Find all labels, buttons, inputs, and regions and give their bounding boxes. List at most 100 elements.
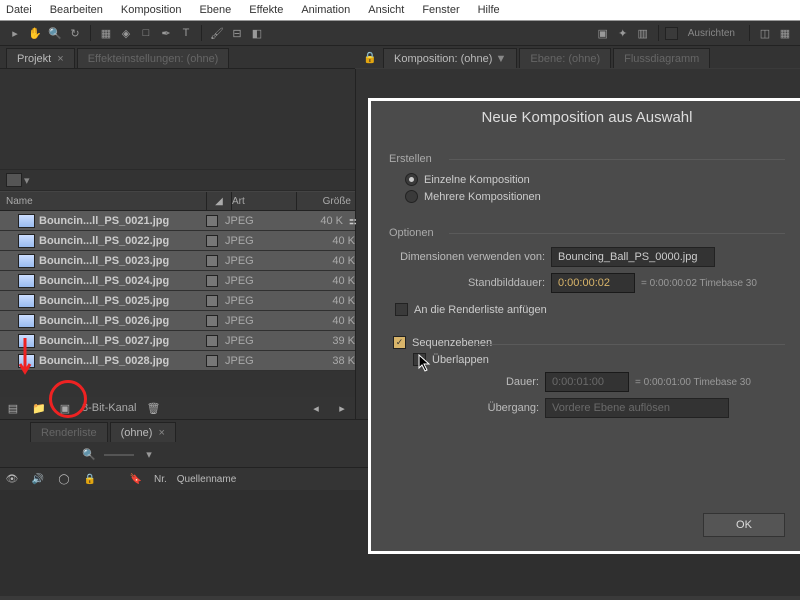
project-preview	[0, 69, 355, 169]
pen-tool-icon[interactable]: ✒	[157, 24, 175, 42]
file-row[interactable]: Bouncin...ll_PS_0026.jpgJPEG40 K	[0, 311, 355, 331]
new-folder-icon[interactable]: 📁	[30, 400, 48, 416]
section-create-label: Erstellen	[389, 153, 785, 165]
col-nr[interactable]: Nr.	[154, 474, 167, 485]
eraser-tool-icon[interactable]: ◧	[248, 24, 266, 42]
col-header-label[interactable]: ◢	[207, 196, 231, 207]
project-search-row[interactable]: ▾	[0, 169, 355, 191]
brush-tool-icon[interactable]: 🖌	[208, 24, 226, 42]
still-duration-label: Standbilddauer:	[395, 277, 545, 289]
label-swatch-icon	[206, 215, 218, 227]
bit-depth-button[interactable]: 8-Bit-Kanal	[82, 402, 136, 414]
delete-icon[interactable]: 🗑	[144, 400, 162, 416]
file-row[interactable]: Bouncin...ll_PS_0028.jpgJPEG38 K	[0, 351, 355, 371]
label-swatch-icon	[206, 335, 218, 347]
still-duration-note: = 0:00:00:02 Timebase 30	[641, 278, 757, 289]
zoom-tool-icon[interactable]: 🔍	[46, 24, 64, 42]
audio-icon[interactable]: 🔊	[30, 472, 46, 486]
solo-icon[interactable]: ◯	[56, 472, 72, 486]
mask-tool-icon[interactable]: □	[137, 24, 155, 42]
text-tool-icon[interactable]: T	[177, 24, 195, 42]
sequence-layers-check[interactable]: ✓Sequenzebenen	[393, 336, 785, 349]
menu-effekte[interactable]: Effekte	[249, 4, 283, 16]
checkbox-icon	[395, 303, 408, 316]
file-row[interactable]: Bouncin...ll_PS_0024.jpgJPEG40 K	[0, 271, 355, 291]
filter-dropdown-icon[interactable]: ▾	[24, 174, 30, 187]
camera-tool-icon[interactable]: ▦	[97, 24, 115, 42]
scroll-right-icon[interactable]: ▸	[333, 400, 351, 416]
col-header-size[interactable]: Größe	[297, 196, 355, 207]
pan-behind-icon[interactable]: ◈	[117, 24, 135, 42]
lock-icon[interactable]: 🔒	[361, 48, 379, 66]
file-row[interactable]: Bouncin...ll_PS_0027.jpgJPEG39 K	[0, 331, 355, 351]
menu-animation[interactable]: Animation	[301, 4, 350, 16]
search-icon[interactable]: ◫	[756, 24, 774, 42]
interpret-footage-icon[interactable]: ▤	[4, 400, 22, 416]
ok-button[interactable]: OK	[703, 513, 785, 537]
file-row[interactable]: Bouncin...ll_PS_0025.jpgJPEG40 K	[0, 291, 355, 311]
label-swatch-icon	[206, 295, 218, 307]
menu-komposition[interactable]: Komposition	[121, 4, 182, 16]
col-source-name[interactable]: Quellenname	[177, 474, 236, 485]
dialog-title: Neue Komposition aus Auswahl	[371, 101, 800, 133]
tab-effect-settings[interactable]: Effekteinstellungen: (ohne)	[77, 48, 230, 68]
tab-layer[interactable]: Ebene: (ohne)	[519, 48, 611, 68]
menu-ebene[interactable]: Ebene	[199, 4, 231, 16]
menu-datei[interactable]: Datei	[6, 4, 32, 16]
duration-note: = 0:00:01:00 Timebase 30	[635, 377, 751, 388]
search-icon[interactable]: 🔍	[80, 446, 98, 464]
label-swatch-icon	[206, 255, 218, 267]
still-duration-input[interactable]: 0:00:00:02	[551, 273, 635, 293]
viewer-panel-tabs: 🔒 Komposition: (ohne) ▼ Ebene: (ohne) Fl…	[355, 46, 800, 68]
menu-bar: Datei Bearbeiten Komposition Ebene Effek…	[0, 0, 800, 21]
menu-hilfe[interactable]: Hilfe	[478, 4, 500, 16]
radio-icon	[405, 190, 418, 203]
hand-tool-icon[interactable]: ✋	[26, 24, 44, 42]
label-icon[interactable]: 🔖	[128, 472, 144, 486]
col-header-type[interactable]: Art	[232, 196, 296, 207]
tab-renderlist[interactable]: Renderliste	[30, 422, 108, 442]
radio-multi-comp[interactable]: Mehrere Kompositionen	[405, 190, 785, 203]
overlap-check[interactable]: Überlappen	[413, 353, 785, 366]
file-row[interactable]: Bouncin...ll_PS_0021.jpgJPEG40 K⚏	[0, 211, 355, 231]
duration-label: Dauer:	[419, 376, 539, 388]
label-swatch-icon	[206, 355, 218, 367]
radio-single-comp[interactable]: Einzelne Komposition	[405, 173, 785, 186]
file-row[interactable]: Bouncin...ll_PS_0022.jpgJPEG40 K	[0, 231, 355, 251]
axis-icon[interactable]: ✦	[614, 24, 632, 42]
label-filter-icon[interactable]	[6, 173, 22, 187]
file-row[interactable]: Bouncin...ll_PS_0023.jpgJPEG40 K	[0, 251, 355, 271]
menu-bearbeiten[interactable]: Bearbeiten	[50, 4, 103, 16]
new-comp-dialog: Neue Komposition aus Auswahl Erstellen E…	[368, 98, 800, 554]
thumbnail-icon	[18, 254, 35, 268]
menu-fenster[interactable]: Fenster	[422, 4, 459, 16]
new-comp-icon[interactable]: ▣	[56, 400, 74, 416]
scroll-left-icon[interactable]: ◂	[307, 400, 325, 416]
scene-icon[interactable]: ▣	[594, 24, 612, 42]
transition-label: Übergang:	[419, 402, 539, 414]
clone-tool-icon[interactable]: ⊟	[228, 24, 246, 42]
add-to-render-queue-check[interactable]: An die Renderliste anfügen	[395, 303, 785, 316]
thumbnail-icon	[18, 334, 35, 348]
radio-icon	[405, 173, 418, 186]
col-header-name[interactable]: Name	[0, 196, 206, 207]
grid-icon[interactable]: ▥	[634, 24, 652, 42]
tab-composition[interactable]: Komposition: (ohne) ▼	[383, 48, 517, 68]
selection-tool-icon[interactable]: ▸	[6, 24, 24, 42]
rotate-tool-icon[interactable]: ↻	[66, 24, 84, 42]
label-swatch-icon	[206, 315, 218, 327]
project-item-list: Bouncin...ll_PS_0021.jpgJPEG40 K⚏ Bounci…	[0, 211, 355, 397]
tab-none[interactable]: (ohne)×	[110, 422, 176, 442]
dimensions-from-select[interactable]: Bouncing_Ball_PS_0000.jpg	[551, 247, 715, 267]
tab-project[interactable]: Projekt×	[6, 48, 75, 68]
lock-icon[interactable]: 🔒	[82, 472, 98, 486]
filter-dropdown-icon[interactable]: ▾	[140, 446, 158, 464]
visibility-icon[interactable]: 👁	[4, 472, 20, 486]
menu-ansicht[interactable]: Ansicht	[368, 4, 404, 16]
ausrichten-checkbox[interactable]	[665, 27, 678, 40]
thumbnail-icon	[18, 274, 35, 288]
label-swatch-icon	[206, 235, 218, 247]
project-panel: ▾ Name ◢ Art Größe Bouncin...ll_PS_0021.…	[0, 69, 356, 419]
tab-flowchart[interactable]: Flussdiagramm	[613, 48, 710, 68]
panel-icon[interactable]: ▦	[776, 24, 794, 42]
